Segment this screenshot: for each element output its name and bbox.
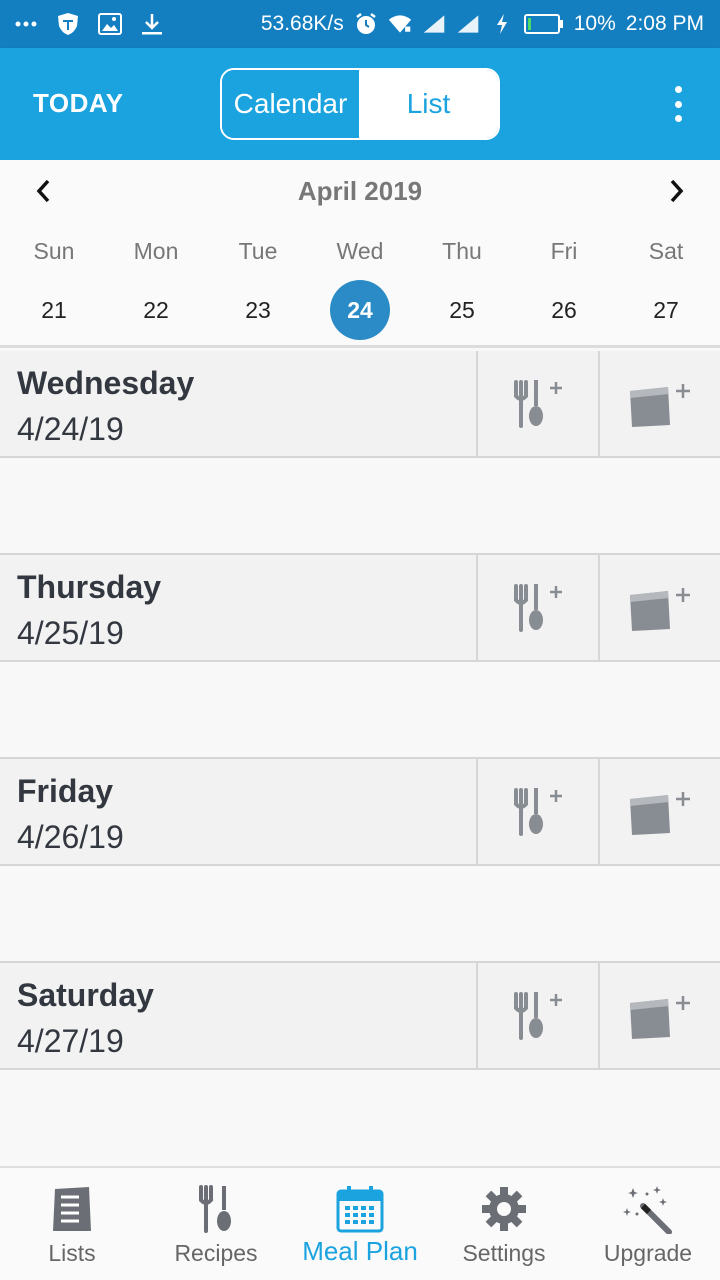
day-header: Saturday 4/27/19 — [0, 963, 720, 1070]
weekday-label: Sun — [33, 238, 75, 264]
chevron-right-icon[interactable] — [664, 178, 688, 204]
wifi-icon — [388, 12, 412, 36]
tab-lists[interactable]: Lists — [0, 1168, 144, 1280]
add-recipe-icon — [514, 991, 562, 1040]
tab-label: Upgrade — [603, 1240, 693, 1266]
add-note-button[interactable] — [598, 351, 720, 456]
clock: 2:08 PM — [625, 12, 704, 35]
week-day[interactable]: Sun 21 — [3, 222, 105, 348]
day-date: 4/27/19 — [17, 1023, 124, 1059]
add-note-icon — [630, 995, 690, 1039]
weekday-label: Sat — [648, 238, 684, 264]
month-header: April 2019 — [0, 160, 720, 222]
recipes-icon — [191, 1184, 241, 1234]
week-day[interactable]: Tue 23 — [207, 222, 309, 348]
add-recipe-button[interactable] — [476, 963, 598, 1068]
network-speed: 53.68K/s — [260, 12, 344, 35]
list-segment[interactable]: List — [359, 70, 498, 138]
weekday-label: Wed — [336, 238, 384, 264]
weekday-label: Tue — [238, 238, 278, 264]
lists-icon — [47, 1184, 97, 1234]
charging-icon — [490, 12, 514, 36]
add-recipe-button[interactable] — [476, 759, 598, 864]
date-number: 21 — [41, 296, 67, 323]
date-number: 26 — [551, 296, 577, 323]
day-name: Thursday — [17, 569, 162, 605]
add-recipe-button[interactable] — [476, 351, 598, 456]
add-recipe-icon — [514, 787, 562, 836]
date-number: 23 — [245, 296, 271, 323]
day-header: Wednesday 4/24/19 — [0, 351, 720, 458]
chevron-left-icon[interactable] — [32, 178, 56, 204]
day-date: 4/24/19 — [17, 411, 124, 447]
today-button[interactable]: TODAY — [33, 88, 124, 119]
add-note-icon — [630, 791, 690, 835]
day-date: 4/26/19 — [17, 819, 124, 855]
tab-label: Recipes — [174, 1240, 258, 1266]
tab-label: Lists — [48, 1240, 96, 1266]
week-day[interactable]: Mon 22 — [105, 222, 207, 348]
add-note-button[interactable] — [598, 759, 720, 864]
day-name: Wednesday — [17, 365, 195, 401]
weekday-label: Thu — [442, 238, 482, 264]
date-number: 25 — [449, 296, 475, 323]
download-icon — [140, 12, 164, 36]
tab-recipes[interactable]: Recipes — [144, 1168, 288, 1280]
tab-label: Meal Plan — [302, 1236, 418, 1266]
week-day[interactable]: Wed 24 — [309, 222, 411, 348]
image-icon — [98, 12, 122, 36]
day-header: Friday 4/26/19 — [0, 759, 720, 866]
app-bar: TODAY Calendar List — [0, 48, 720, 160]
view-toggle: Calendar List — [220, 68, 500, 140]
tab-upgrade[interactable]: Upgrade — [576, 1168, 720, 1280]
day-header: Thursday 4/25/19 — [0, 555, 720, 662]
status-bar: 53.68K/s 10% 2:08 PM — [0, 0, 720, 48]
signal-icon — [456, 12, 480, 36]
week-strip: Sun 21 Mon 22 Tue 23 Wed 24 Thu 25 Fri 2… — [0, 222, 720, 348]
tab-label: Settings — [462, 1240, 546, 1266]
weekday-label: Fri — [550, 238, 578, 264]
week-day[interactable]: Thu 25 — [411, 222, 513, 348]
add-note-icon — [630, 587, 690, 631]
signal-icon — [422, 12, 446, 36]
add-note-button[interactable] — [598, 555, 720, 660]
add-note-button[interactable] — [598, 963, 720, 1068]
day-name: Friday — [17, 773, 114, 809]
bottom-nav: Lists Recipes Meal Plan Settings Upgrade — [0, 1166, 720, 1280]
battery-icon — [523, 13, 564, 35]
tab-settings[interactable]: Settings — [432, 1168, 576, 1280]
shield-icon — [56, 12, 80, 36]
day-date: 4/25/19 — [17, 615, 124, 651]
selected-date: 24 — [330, 280, 390, 340]
day-name: Saturday — [17, 977, 154, 1013]
more-dots-icon — [14, 12, 38, 36]
month-title: April 2019 — [297, 176, 423, 206]
add-recipe-icon — [514, 379, 562, 428]
weekday-label: Mon — [133, 238, 179, 264]
alarm-icon — [354, 12, 378, 36]
add-note-icon — [630, 383, 690, 427]
magic-wand-icon — [623, 1184, 673, 1234]
calendar-icon — [335, 1184, 385, 1234]
add-recipe-icon — [514, 583, 562, 632]
date-number: 22 — [143, 296, 169, 323]
tab-meal-plan[interactable]: Meal Plan — [288, 1168, 432, 1280]
add-recipe-button[interactable] — [476, 555, 598, 660]
battery-percent: 10% — [573, 12, 616, 35]
calendar-segment[interactable]: Calendar — [222, 70, 359, 138]
gear-icon — [479, 1184, 529, 1234]
week-day[interactable]: Fri 26 — [513, 222, 615, 348]
date-number: 27 — [653, 296, 679, 323]
week-day[interactable]: Sat 27 — [615, 222, 717, 348]
more-vert-icon[interactable] — [672, 86, 684, 122]
